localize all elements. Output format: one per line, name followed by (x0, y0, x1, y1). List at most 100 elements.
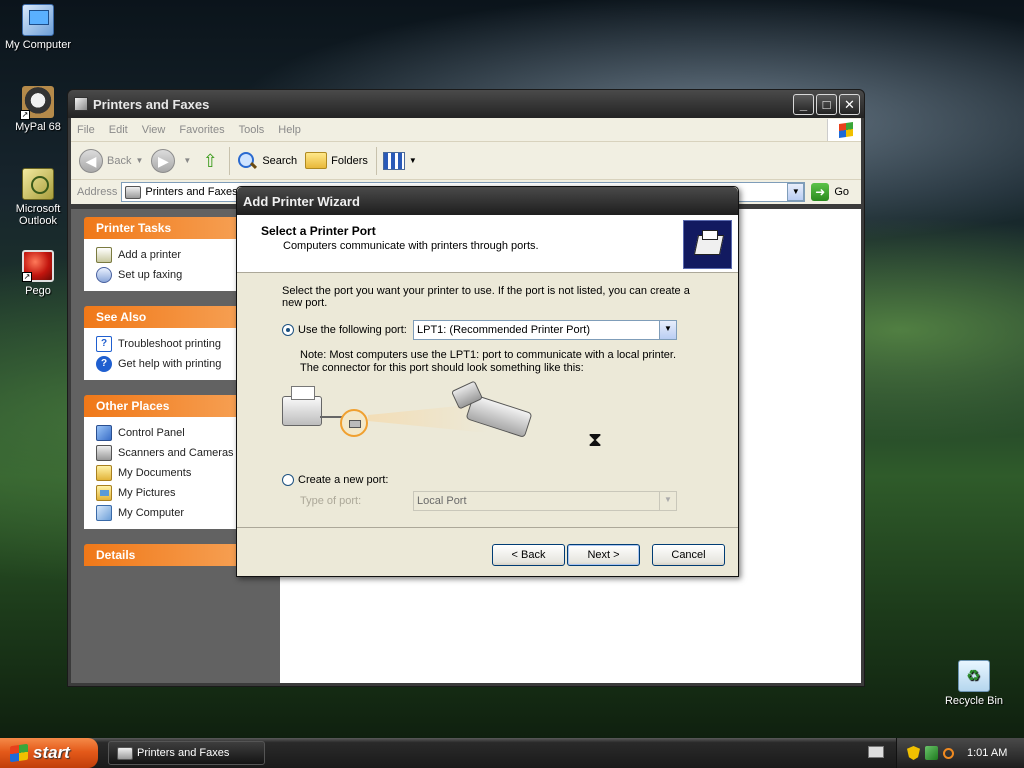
go-arrow-icon: ➜ (811, 183, 830, 201)
go-button[interactable]: ➜ Go (811, 183, 849, 201)
parallel-port-icon (340, 409, 368, 437)
keyboard-layout-icon[interactable] (868, 746, 884, 758)
desktop-icon-outlook[interactable]: Microsoft Outlook (0, 168, 76, 227)
start-button[interactable]: start (0, 738, 98, 768)
minimize-button[interactable]: _ (793, 93, 814, 115)
desktop-icon-label: Recycle Bin (944, 695, 1004, 707)
search-icon (236, 150, 258, 172)
shortcut-arrow-icon: ↗ (20, 110, 30, 120)
window-controls: _ □ ✕ (793, 93, 864, 115)
create-port-option[interactable]: Create a new port: (282, 469, 738, 491)
wizard-intro-text: Select the port you want your printer to… (282, 285, 690, 309)
printers-folder-icon (125, 185, 142, 199)
control-panel-icon (96, 425, 112, 441)
mypal-browser-icon: ↗ (20, 86, 54, 120)
chevron-down-icon[interactable]: ▼ (659, 492, 676, 510)
troubleshoot-icon: ? (96, 336, 112, 352)
maximize-button[interactable]: □ (816, 93, 837, 115)
address-value: Printers and Faxes (145, 186, 238, 198)
fax-icon (96, 267, 112, 283)
chevron-down-icon[interactable]: ▼ (659, 321, 676, 339)
task-label: My Pictures (118, 487, 176, 499)
close-button[interactable]: ✕ (839, 93, 860, 115)
create-port-radio[interactable] (282, 474, 294, 486)
back-arrow-icon: ◀ (79, 148, 103, 173)
menu-edit[interactable]: Edit (109, 124, 128, 136)
windows-logo-icon (10, 743, 28, 763)
menu-bar: File Edit View Favorites Tools Help (71, 118, 861, 142)
desktop-icon-label: My Computer (4, 39, 72, 51)
cancel-button[interactable]: Cancel (652, 544, 725, 566)
task-label: Scanners and Cameras (118, 447, 234, 459)
port-select-value: LPT1: (Recommended Printer Port) (417, 324, 591, 336)
toolbar: ◀ Back ▼ ▶ ▼ ⇧ Search Folders ▼ (71, 142, 861, 180)
windows-logo-icon (827, 118, 861, 141)
menu-help[interactable]: Help (278, 124, 301, 136)
back-label: Back (107, 154, 132, 167)
printer-wizard-icon (683, 220, 732, 269)
desktop-icon-my-computer[interactable]: My Computer (0, 4, 76, 51)
help-icon: ? (96, 356, 112, 372)
back-button[interactable]: ◀ Back ▼ (79, 148, 144, 173)
task-label: Get help with printing (118, 358, 222, 370)
menu-tools[interactable]: Tools (239, 124, 265, 136)
forward-arrow-icon: ▶ (151, 148, 176, 173)
network-icon[interactable] (925, 746, 938, 760)
hourglass-cursor-icon: ⧗ (588, 429, 603, 451)
address-dropdown-button[interactable]: ▼ (787, 183, 805, 201)
port-select[interactable]: LPT1: (Recommended Printer Port) ▼ (413, 320, 677, 340)
pictures-folder-icon (96, 485, 112, 501)
security-shield-icon[interactable] (907, 746, 920, 760)
task-label: Set up faxing (118, 269, 183, 281)
back-button[interactable]: < Back (492, 544, 565, 566)
desktop-icon-mypal[interactable]: ↗ MyPal 68 (0, 86, 76, 133)
folders-button[interactable]: Folders (305, 152, 368, 169)
up-folder-button[interactable]: ⇧ (199, 150, 221, 172)
wizard-titlebar[interactable]: Add Printer Wizard (237, 187, 738, 215)
explorer-titlebar[interactable]: Printers and Faxes _ □ ✕ (68, 90, 864, 118)
address-label: Address (77, 186, 118, 198)
use-port-option[interactable]: Use the following port: LPT1: (Recommend… (282, 319, 738, 341)
menu-favorites[interactable]: Favorites (179, 124, 224, 136)
menu-view[interactable]: View (142, 124, 166, 136)
desktop-icon-label: Microsoft Outlook (15, 203, 61, 227)
up-arrow-icon: ⇧ (202, 150, 218, 171)
desktop-icon-label: MyPal 68 (15, 121, 61, 133)
search-button[interactable]: Search (236, 150, 297, 172)
folders-label: Folders (331, 154, 368, 167)
chevron-down-icon: ▼ (135, 156, 144, 165)
forward-button[interactable]: ▶ ▼ (151, 148, 192, 173)
search-icon[interactable] (943, 747, 954, 759)
printer-cable (320, 416, 342, 418)
next-button[interactable]: Next > (567, 544, 640, 566)
toolbar-separator (229, 146, 231, 175)
shortcut-arrow-icon: ↗ (22, 272, 32, 282)
views-button[interactable]: ▼ (382, 151, 417, 170)
toolbar-separator (375, 146, 377, 175)
taskbar-item-printers-and-faxes[interactable]: Printers and Faxes (108, 741, 265, 765)
task-label: My Computer (118, 507, 185, 519)
port-type-label: Type of port: (300, 495, 362, 507)
printer-image-icon (282, 386, 322, 426)
desktop-icon-recycle-bin[interactable]: Recycle Bin (936, 660, 1012, 707)
port-type-select[interactable]: Local Port ▼ (413, 491, 677, 511)
task-label: Control Panel (118, 427, 185, 439)
clock[interactable]: 1:01 AM (967, 747, 1007, 759)
pego-icon: ↗ (22, 250, 54, 282)
system-tray: 1:01 AM (896, 738, 1024, 768)
wizard-body: Select the port you want your printer to… (237, 273, 738, 528)
computer-icon (22, 4, 54, 36)
use-port-radio[interactable] (282, 324, 294, 336)
taskbar-item-label: Printers and Faxes (137, 747, 230, 759)
task-label: Add a printer (118, 249, 181, 261)
computer-icon (96, 505, 112, 521)
wizard-header: Select a Printer Port Computers communic… (237, 215, 738, 273)
chevron-down-icon: ▼ (183, 156, 192, 165)
add-printer-wizard-dialog: Add Printer Wizard Select a Printer Port… (236, 186, 739, 577)
recycle-bin-icon (958, 660, 990, 692)
create-port-label: Create a new port: (298, 474, 389, 486)
desktop-icon-pego[interactable]: ↗ Pego (0, 250, 76, 297)
search-label: Search (262, 154, 298, 167)
menu-file[interactable]: File (77, 124, 95, 136)
lpt-connector-image-icon (454, 383, 534, 441)
